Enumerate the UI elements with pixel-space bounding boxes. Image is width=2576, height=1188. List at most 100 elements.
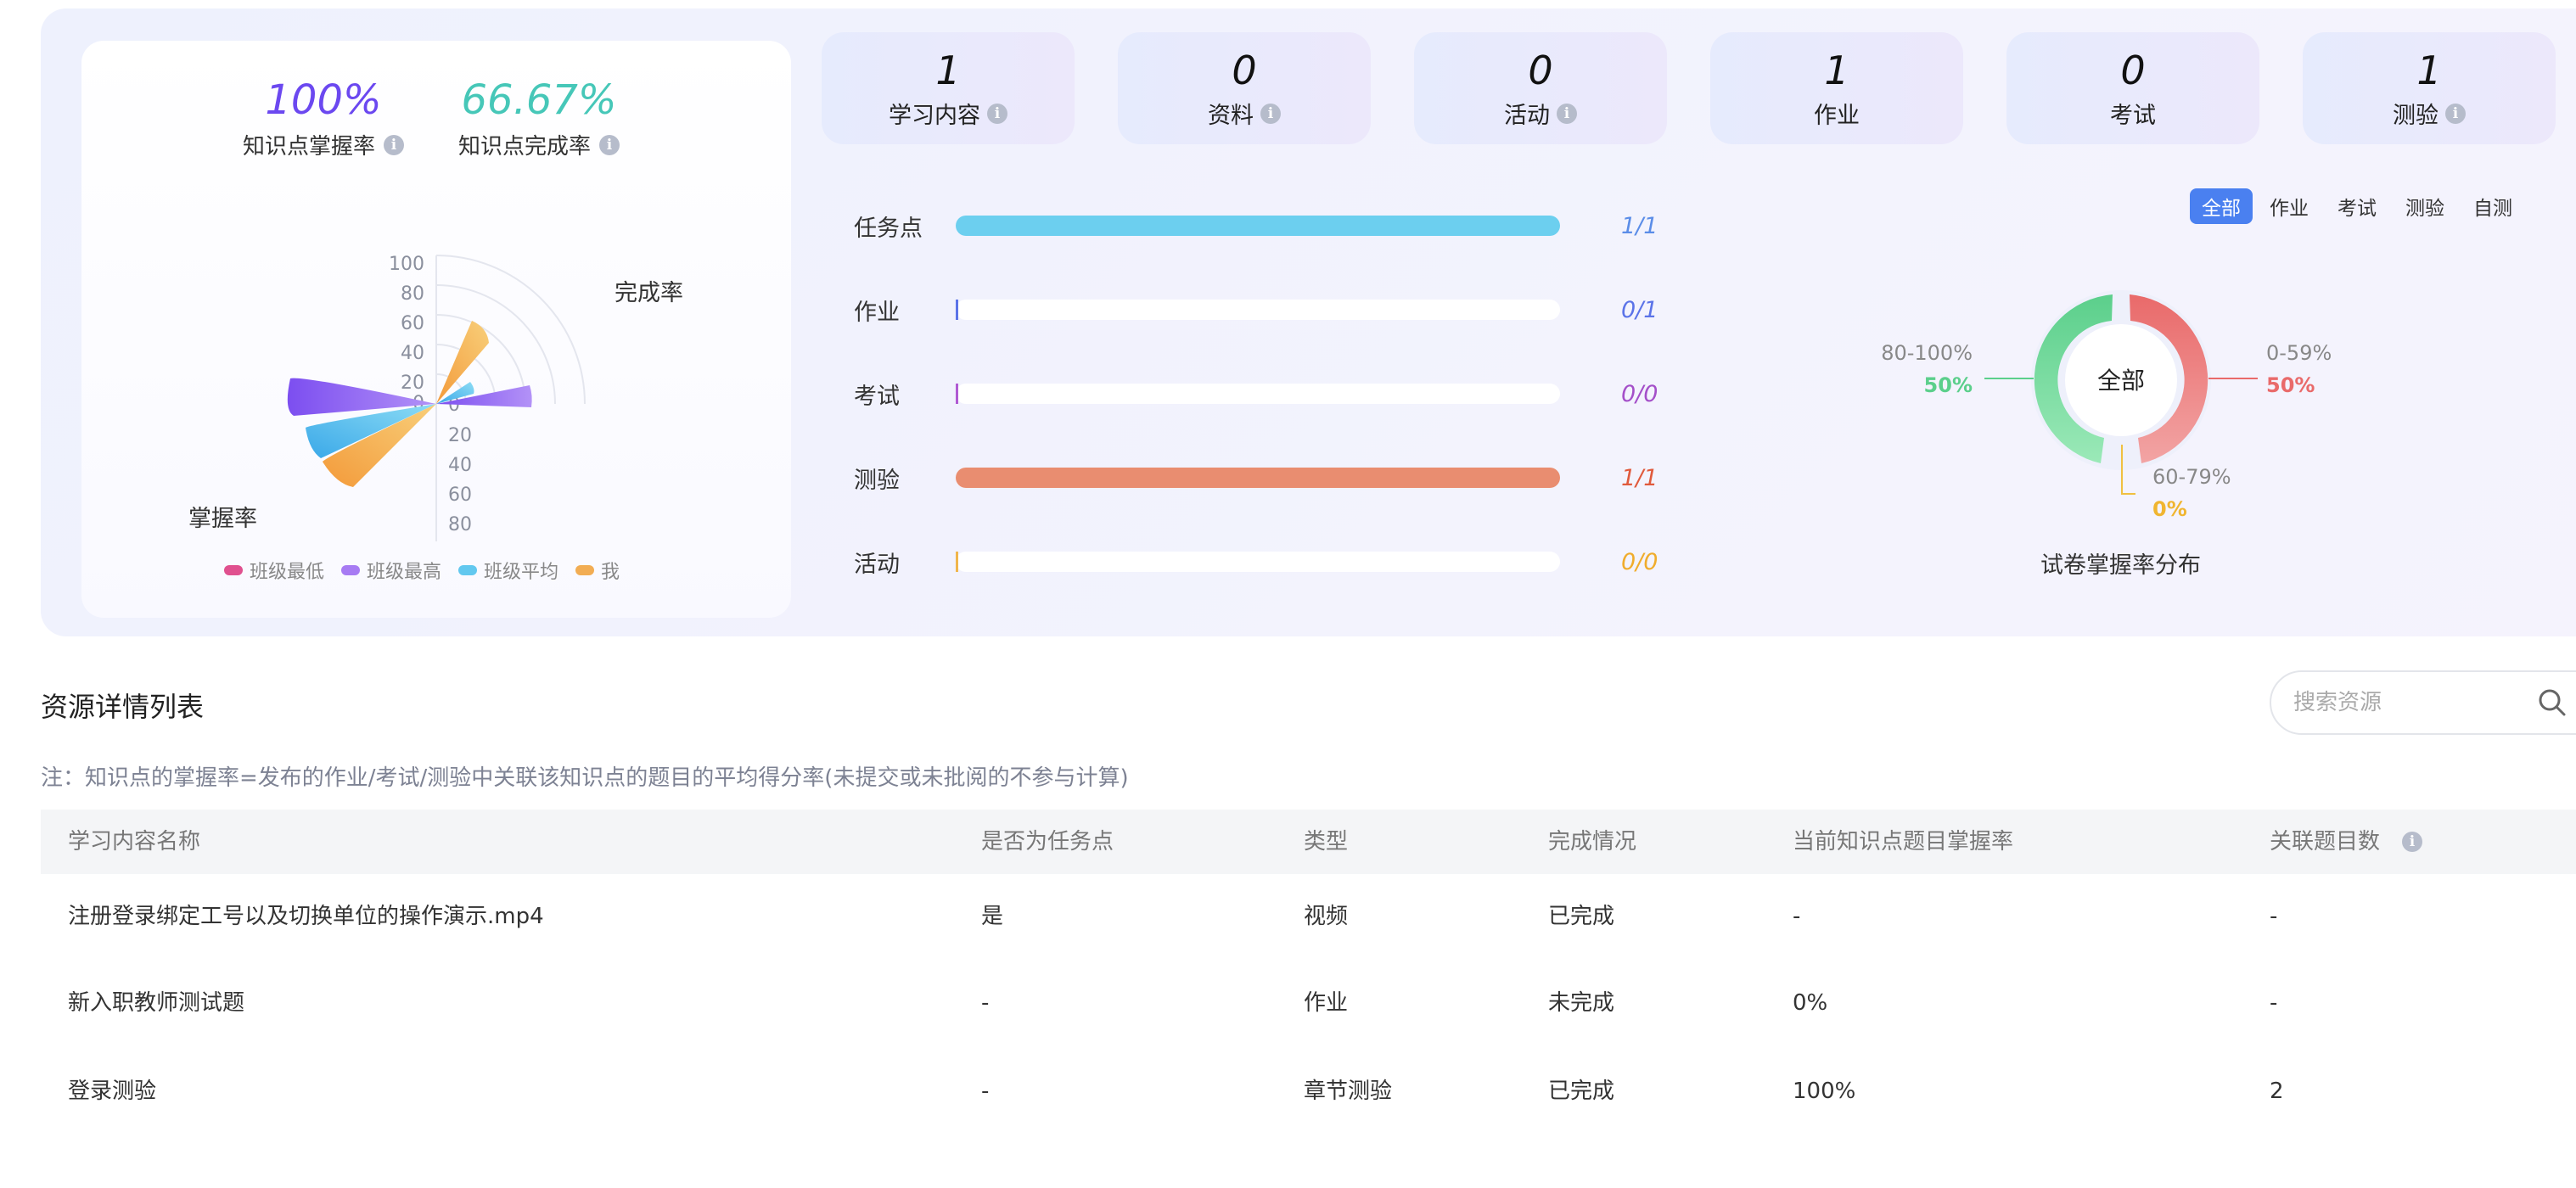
legend-item[interactable]: 我 xyxy=(575,557,620,584)
cell-name[interactable]: 新入职教师测试题 xyxy=(68,961,244,1045)
progress-track xyxy=(956,216,1560,236)
cell-status: 已完成 xyxy=(1548,1079,1615,1104)
stat-label: 活动 xyxy=(1504,103,1550,129)
info-icon[interactable]: i xyxy=(1260,103,1281,124)
stat-card-exams[interactable]: 0 考试 xyxy=(2006,32,2259,144)
column-header: 完成情况 xyxy=(1548,829,1637,855)
cell-question-count: - xyxy=(2270,990,2278,1016)
progress-fill xyxy=(956,552,958,572)
radar-tick: 40 xyxy=(448,455,472,476)
info-icon[interactable]: i xyxy=(599,134,620,155)
info-icon[interactable]: i xyxy=(384,134,405,155)
info-icon[interactable]: i xyxy=(2402,832,2422,852)
column-header: 关联题目数 xyxy=(2270,829,2381,855)
donut-pct-label: 50% xyxy=(1924,373,1973,397)
info-icon[interactable]: i xyxy=(987,103,1007,124)
cell-status: 未完成 xyxy=(1548,990,1615,1016)
stat-card-activities[interactable]: 0 活动 i xyxy=(1414,32,1667,144)
progress-fill xyxy=(956,216,1560,236)
table-row[interactable]: 注册登录绑定工号以及切换单位的操作演示.mp4 是 视频 已完成 - - xyxy=(41,874,2576,959)
progress-ratio: 0/0 xyxy=(1621,548,1658,575)
info-icon[interactable]: i xyxy=(1557,103,1577,124)
donut-pct-label: 0% xyxy=(2152,497,2187,521)
progress-fill xyxy=(956,384,958,404)
cell-status: 已完成 xyxy=(1548,904,1615,929)
kpi-completion-label: 知识点完成率 xyxy=(458,134,592,160)
stat-card-materials[interactable]: 0 资料 i xyxy=(1118,32,1371,144)
donut-range-label: 80-100% xyxy=(1881,341,1973,365)
filter-tab-self-test[interactable]: 自测 xyxy=(2461,188,2524,224)
radar-tick: 60 xyxy=(401,313,424,334)
stat-card-learning-content[interactable]: 1 学习内容 i xyxy=(822,32,1075,144)
progress-row-homework: 作业 0/1 xyxy=(854,293,1669,327)
legend-swatch xyxy=(575,565,595,575)
progress-row-task-points: 任务点 1/1 xyxy=(854,209,1669,243)
radar-legend: 班级最低 班级最高 班级平均 我 xyxy=(224,557,620,584)
progress-label: 活动 xyxy=(854,551,900,578)
legend-swatch xyxy=(458,565,478,575)
legend-item[interactable]: 班级平均 xyxy=(458,557,558,584)
progress-ratio: 1/1 xyxy=(1621,464,1658,491)
legend-item[interactable]: 班级最低 xyxy=(224,557,324,584)
column-header: 是否为任务点 xyxy=(981,829,1114,855)
legend-item[interactable]: 班级最高 xyxy=(341,557,441,584)
column-header: 学习内容名称 xyxy=(68,829,201,855)
cell-mastery: 100% xyxy=(1793,1079,1856,1104)
stat-card-quizzes[interactable]: 1 测验 i xyxy=(2303,32,2556,144)
progress-row-exams: 考试 0/0 xyxy=(854,377,1669,411)
progress-label: 考试 xyxy=(854,383,900,410)
radar-tick: 20 xyxy=(448,425,472,446)
section-title: 资源详情列表 xyxy=(41,691,205,723)
table-row[interactable]: 新入职教师测试题 - 作业 未完成 0% - xyxy=(41,961,2576,1045)
cell-name[interactable]: 注册登录绑定工号以及切换单位的操作演示.mp4 xyxy=(68,874,544,959)
filter-tab-all[interactable]: 全部 xyxy=(2190,188,2253,224)
radar-card: 100% 知识点掌握率 i 66.67% 知识点完成率 i 100 80 60 … xyxy=(81,41,791,618)
kpi-mastery-value: 100% xyxy=(265,76,382,124)
search-icon[interactable] xyxy=(2538,688,2567,717)
progress-track xyxy=(956,384,1560,404)
stat-label: 学习内容 xyxy=(889,103,980,129)
stat-number: 0 xyxy=(1528,48,1553,93)
progress-label: 任务点 xyxy=(854,215,923,242)
search-box xyxy=(2270,670,2576,735)
column-header: 当前知识点题目掌握率 xyxy=(1793,829,2014,855)
stat-card-homework[interactable]: 1 作业 xyxy=(1710,32,1963,144)
progress-ratio: 0/0 xyxy=(1621,380,1658,407)
cell-is-task: 是 xyxy=(981,904,1004,929)
cell-mastery: 0% xyxy=(1793,990,1828,1016)
radar-label-completion: 完成率 xyxy=(615,280,683,306)
stat-number: 1 xyxy=(1824,48,1849,93)
cell-name[interactable]: 登录测验 xyxy=(68,1049,156,1134)
filter-tab-exam[interactable]: 考试 xyxy=(2326,188,2388,224)
donut-title: 试卷掌握率分布 xyxy=(2040,552,2201,579)
progress-row-quizzes: 测验 1/1 xyxy=(854,461,1669,495)
info-icon[interactable]: i xyxy=(2445,103,2466,124)
legend-swatch xyxy=(224,565,243,575)
cell-question-count: - xyxy=(2270,904,2278,929)
progress-ratio: 0/1 xyxy=(1621,296,1658,323)
progress-ratio: 1/1 xyxy=(1621,212,1658,239)
filter-tab-homework[interactable]: 作业 xyxy=(2258,188,2321,224)
radar-chart: 100 80 60 40 20 0 0 20 40 60 80 100 完成率 … xyxy=(188,254,683,541)
progress-track xyxy=(956,552,1560,572)
stat-number: 0 xyxy=(1232,48,1257,93)
cell-mastery: - xyxy=(1793,904,1801,929)
donut-pct-label: 50% xyxy=(2266,373,2315,397)
cell-type: 视频 xyxy=(1304,904,1349,929)
stat-number: 1 xyxy=(2416,48,2442,93)
progress-track xyxy=(956,300,1560,320)
question-count-link[interactable]: 2 xyxy=(2270,1049,2284,1134)
column-header: 类型 xyxy=(1304,829,1349,855)
progress-track xyxy=(956,468,1560,488)
search-input[interactable] xyxy=(2293,690,2531,715)
donut-range-label: 0-59% xyxy=(2266,341,2332,365)
radar-tick: 100 xyxy=(389,254,424,275)
progress-row-activities: 活动 0/0 xyxy=(854,545,1669,579)
filter-tab-quiz[interactable]: 测验 xyxy=(2394,188,2456,224)
table-row[interactable]: 登录测验 - 章节测验 已完成 100% 2 xyxy=(41,1049,2576,1134)
cell-type: 作业 xyxy=(1304,990,1349,1016)
stat-label: 作业 xyxy=(1814,103,1860,129)
radar-tick: 40 xyxy=(401,343,424,364)
donut-center-label: 全部 xyxy=(2097,367,2145,395)
donut-range-label: 60-79% xyxy=(2152,465,2231,489)
